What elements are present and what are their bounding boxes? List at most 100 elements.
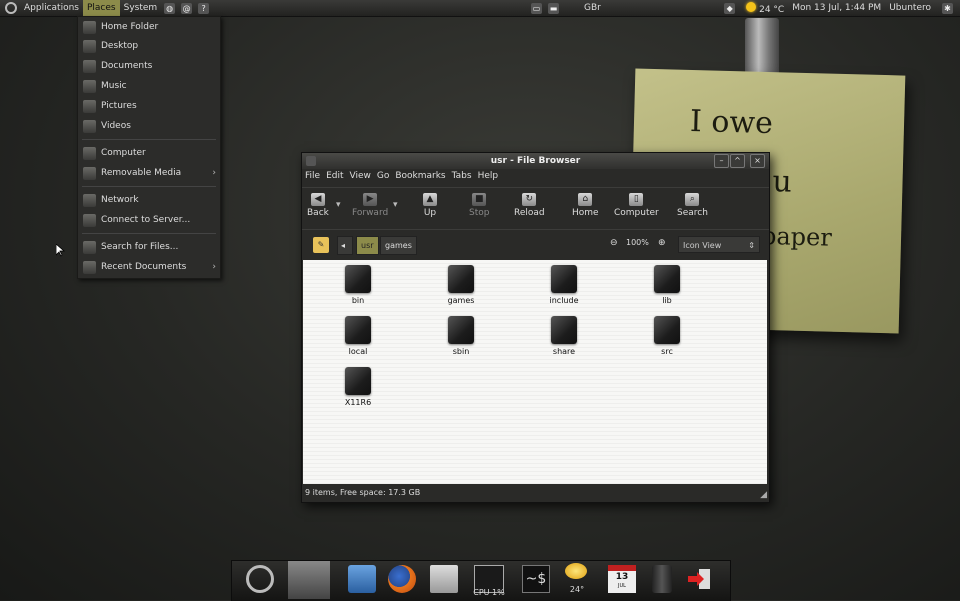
weather-dock-icon[interactable] — [565, 563, 587, 579]
menu-item-documents[interactable]: Documents — [78, 57, 220, 75]
forward-history-dropdown[interactable]: ▾ — [393, 200, 398, 210]
menu-item-recent-documents[interactable]: Recent Documents › — [78, 258, 220, 276]
recent-documents-icon — [83, 260, 96, 274]
folder-icon — [448, 265, 474, 293]
stop-button[interactable]: ■ Stop — [469, 193, 489, 218]
menu-item-desktop[interactable]: Desktop — [78, 37, 220, 55]
system-menu[interactable]: System — [120, 0, 162, 16]
folder-icon — [551, 265, 577, 293]
menu-help[interactable]: Help — [475, 171, 502, 185]
menu-file[interactable]: File — [302, 171, 323, 185]
status-bar: 9 items, Free space: 17.3 GB — [305, 488, 421, 497]
drive-icon — [83, 166, 96, 180]
ubuntu-launcher-icon[interactable] — [246, 565, 274, 593]
menu-edit[interactable]: Edit — [323, 171, 346, 185]
trash-icon[interactable] — [652, 565, 672, 593]
folder-item[interactable]: sbin — [421, 316, 501, 356]
forward-button[interactable]: ▶ Forward — [352, 193, 388, 218]
back-button[interactable]: ◀ Back — [307, 193, 329, 218]
folder-item[interactable]: X11R6 — [318, 367, 398, 407]
stop-icon: ■ — [472, 193, 487, 206]
menu-item-pictures[interactable]: Pictures — [78, 97, 220, 115]
places-menu-button[interactable]: Places — [82, 0, 120, 16]
edit-location-icon[interactable]: ✎ — [313, 237, 329, 253]
firefox-icon[interactable] — [388, 565, 416, 593]
desktop-pager-icon[interactable] — [288, 561, 330, 599]
folder-item[interactable]: lib — [627, 265, 707, 305]
location-bar: ✎ ◂ usr games ⊖ 100% ⊕ Icon View ⇕ — [302, 229, 769, 260]
folder-item[interactable]: src — [627, 316, 707, 356]
back-arrow-icon: ◀ — [310, 193, 325, 206]
menu-item-removable-media[interactable]: Removable Media › — [78, 164, 220, 182]
display-icon[interactable]: ▬ — [548, 2, 559, 14]
reload-icon: ↻ — [522, 193, 537, 206]
forward-arrow-icon: ▶ — [363, 193, 378, 206]
menu-item-search-for-files[interactable]: Search for Files... — [78, 238, 220, 256]
maximize-button[interactable]: ^ — [730, 154, 745, 168]
toolbar: ◀ Back ▾ ▶ Forward ▾ ▲ Up ■ Stop ↻ Reload ⌂ Ho… — [302, 187, 769, 228]
file-manager-icon[interactable] — [348, 565, 376, 593]
folder-icon — [83, 79, 96, 93]
weather-indicator[interactable]: 24 °C — [746, 1, 784, 15]
up-button[interactable]: ▲ Up — [423, 193, 437, 218]
folder-icon — [345, 316, 371, 344]
menu-item-network[interactable]: Network — [78, 191, 220, 209]
folder-icon — [448, 316, 474, 344]
logout-arrow-icon — [688, 569, 710, 589]
menu-go[interactable]: Go — [374, 171, 392, 185]
zoom-out-icon[interactable]: ⊖ — [610, 238, 618, 248]
help-icon[interactable]: ? — [198, 2, 210, 14]
email-icon[interactable]: @ — [181, 2, 193, 14]
cpu-usage-label: CPU 1% — [473, 588, 505, 597]
folder-item[interactable]: local — [318, 316, 398, 356]
power-icon[interactable]: ✱ — [942, 2, 953, 14]
web-browser-icon[interactable]: ◍ — [164, 2, 176, 14]
window-titlebar[interactable]: usr - File Browser – ^ × — [302, 153, 769, 169]
back-history-dropdown[interactable]: ▾ — [336, 200, 341, 210]
reload-button[interactable]: ↻ Reload — [514, 193, 545, 218]
folder-item[interactable]: include — [524, 265, 604, 305]
folder-item[interactable]: share — [524, 316, 604, 356]
home-button[interactable]: ⌂ Home — [572, 193, 599, 218]
notification-icon[interactable]: ◆ — [724, 2, 736, 14]
chevron-updown-icon: ⇕ — [748, 241, 755, 250]
logout-icon[interactable] — [686, 565, 712, 593]
resize-grip-icon[interactable]: ◢ — [760, 490, 767, 500]
sun-icon — [746, 1, 757, 12]
menu-item-home-folder[interactable]: Home Folder — [78, 18, 220, 36]
folder-icon — [654, 265, 680, 293]
zoom-level: 100% — [626, 238, 649, 247]
menu-bookmarks[interactable]: Bookmarks — [392, 171, 448, 185]
file-cabinet-icon[interactable] — [430, 565, 458, 593]
terminal-icon[interactable]: ~$ — [522, 565, 550, 593]
path-button-games[interactable]: games — [380, 236, 417, 255]
folder-icon — [654, 316, 680, 344]
places-dropdown: Home Folder Desktop Documents Music Pict… — [77, 16, 221, 279]
applications-menu[interactable]: Applications — [20, 0, 83, 16]
menu-item-connect-to-server[interactable]: Connect to Server... — [78, 211, 220, 229]
file-list-area[interactable]: bin games include lib local sbin share s… — [303, 260, 767, 484]
view-mode-select[interactable]: Icon View ⇕ — [678, 236, 760, 253]
calendar-icon[interactable]: 13 JUL — [608, 565, 636, 593]
user-menu[interactable]: Ubuntero — [889, 3, 931, 13]
folder-item[interactable]: games — [421, 265, 501, 305]
computer-button[interactable]: ▯ Computer — [614, 193, 659, 218]
ubuntu-logo-icon[interactable] — [5, 2, 17, 14]
menu-item-computer[interactable]: Computer — [78, 144, 220, 162]
keyboard-layout[interactable]: GBr — [584, 3, 601, 13]
folder-icon — [345, 367, 371, 395]
menu-item-videos[interactable]: Videos — [78, 117, 220, 135]
menu-item-music[interactable]: Music — [78, 77, 220, 95]
network-icon[interactable]: ▭ — [531, 2, 542, 14]
path-button-usr[interactable]: usr — [356, 236, 379, 255]
network-icon — [83, 193, 96, 207]
menu-tabs[interactable]: Tabs — [449, 171, 475, 185]
path-scroll-left-button[interactable]: ◂ — [337, 236, 353, 255]
clock[interactable]: Mon 13 Jul, 1:44 PM — [792, 3, 881, 13]
minimize-button[interactable]: – — [714, 154, 729, 168]
zoom-in-icon[interactable]: ⊕ — [658, 238, 666, 248]
menu-view[interactable]: View — [347, 171, 374, 185]
search-button[interactable]: ⌕ Search — [677, 193, 708, 218]
folder-item[interactable]: bin — [318, 265, 398, 305]
close-button[interactable]: × — [750, 154, 765, 168]
